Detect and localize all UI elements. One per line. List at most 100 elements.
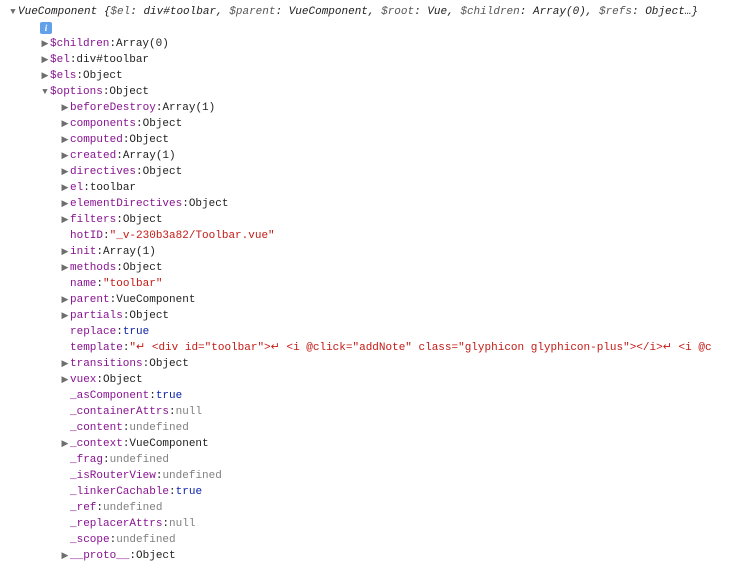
property-key: elementDirectives [70,196,182,212]
property-value: Object [123,260,163,276]
summary-key: $el [110,6,130,18]
property-row[interactable]: ▶vuex: Object [8,372,736,388]
expand-arrow-icon[interactable]: ▶ [60,132,70,148]
expand-arrow-icon[interactable]: ▶ [60,372,70,388]
property-value: null [176,404,202,420]
property-value: Object [136,548,176,564]
property-row[interactable]: _frag: undefined [8,452,736,468]
property-key: created [70,148,116,164]
expand-arrow-icon[interactable]: ▶ [60,292,70,308]
expand-arrow-icon[interactable]: ▶ [60,356,70,372]
property-value: "_v-230b3a82/Toolbar.vue" [110,228,275,244]
property-row[interactable]: ▶$els: Object [8,68,736,84]
property-key: _scope [70,532,110,548]
property-row[interactable]: _containerAttrs: null [8,404,736,420]
property-row[interactable]: _replacerAttrs: null [8,516,736,532]
property-key: _isRouterView [70,468,156,484]
property-row[interactable]: _asComponent: true [8,388,736,404]
expand-arrow-icon[interactable]: ▶ [60,548,70,564]
property-key: computed [70,132,123,148]
property-value: VueComponent [116,292,195,308]
property-row[interactable]: ▶components: Object [8,116,736,132]
property-row[interactable]: ▶methods: Object [8,260,736,276]
expand-arrow-icon[interactable]: ▶ [40,36,50,52]
property-row[interactable]: ▶filters: Object [8,212,736,228]
property-key: _content [70,420,123,436]
expand-arrow-icon[interactable]: ▶ [40,68,50,84]
property-row[interactable]: template: "↵ <div id="toolbar">↵ <i @cli… [8,340,736,356]
info-icon[interactable]: i [40,22,52,34]
property-row[interactable]: ▶transitions: Object [8,356,736,372]
property-row[interactable]: ▶beforeDestroy: Array(1) [8,100,736,116]
expand-arrow-icon[interactable]: ▶ [60,180,70,196]
property-row[interactable]: ▶computed: Object [8,132,736,148]
property-key: template [70,340,123,356]
expand-arrow-icon[interactable]: ▶ [60,116,70,132]
property-value: undefined [129,420,188,436]
expand-arrow-icon[interactable]: ▶ [60,244,70,260]
property-key: filters [70,212,116,228]
property-row[interactable]: ▶el: toolbar [8,180,736,196]
property-key: name [70,276,96,292]
property-row[interactable]: ▶init: Array(1) [8,244,736,260]
property-row[interactable]: ▶__proto__: Object [8,548,736,564]
property-value: undefined [116,532,175,548]
property-key: $options [50,84,103,100]
property-row[interactable]: _linkerCachable: true [8,484,736,500]
property-row[interactable]: ▶directives: Object [8,164,736,180]
expand-arrow-icon[interactable]: ▶ [60,100,70,116]
property-row[interactable]: ▶elementDirectives: Object [8,196,736,212]
property-value: Object [83,68,123,84]
property-value: undefined [162,468,221,484]
property-row[interactable]: name: "toolbar" [8,276,736,292]
property-row[interactable]: ▼$options: Object [8,84,736,100]
property-row[interactable]: ▶_context: VueComponent [8,436,736,452]
property-value: Object [143,164,183,180]
object-type-label: VueComponent [18,4,97,20]
property-key: replace [70,324,116,340]
expand-arrow-icon[interactable]: ▶ [60,212,70,228]
property-row[interactable]: _ref: undefined [8,500,736,516]
expand-arrow-icon[interactable]: ▶ [60,260,70,276]
property-row[interactable]: _isRouterView: undefined [8,468,736,484]
property-row[interactable]: _scope: undefined [8,532,736,548]
object-summary-props: $el: div#toolbar, $parent: VueComponent,… [110,4,691,20]
property-row[interactable]: replace: true [8,324,736,340]
property-value: true [176,484,202,500]
collapse-arrow-icon[interactable]: ▼ [40,84,50,100]
summary-value: VueComponent [289,6,368,18]
property-row[interactable]: _content: undefined [8,420,736,436]
property-key: components [70,116,136,132]
property-value: Array(1) [162,100,215,116]
property-value: Object [129,308,169,324]
object-summary-row[interactable]: ▼ VueComponent { $el: div#toolbar, $pare… [8,4,736,20]
expand-arrow-icon[interactable]: ▶ [60,148,70,164]
property-value: Object [123,212,163,228]
expand-arrow-icon[interactable]: ▼ [8,4,18,20]
property-key: vuex [70,372,96,388]
expand-arrow-icon[interactable]: ▶ [60,436,70,452]
info-row[interactable]: i [8,20,736,36]
property-value: "toolbar" [103,276,162,292]
property-row[interactable]: ▶partials: Object [8,308,736,324]
property-key: _asComponent [70,388,149,404]
property-key: beforeDestroy [70,100,156,116]
property-row[interactable]: ▶parent: VueComponent [8,292,736,308]
property-key: _frag [70,452,103,468]
property-value: Object [109,84,149,100]
summary-key: $children [460,6,519,18]
property-value: "↵ <div id="toolbar">↵ <i @click="addNot… [129,340,711,356]
expand-arrow-icon[interactable]: ▶ [60,196,70,212]
property-value: true [156,388,182,404]
property-row[interactable]: ▶created: Array(1) [8,148,736,164]
property-row[interactable]: ▶$children: Array(0) [8,36,736,52]
property-value: Object [103,372,143,388]
expand-arrow-icon[interactable]: ▶ [60,308,70,324]
property-row[interactable]: ▶$el: div#toolbar [8,52,736,68]
expand-arrow-icon[interactable]: ▶ [40,52,50,68]
property-row[interactable]: hotID: "_v-230b3a82/Toolbar.vue" [8,228,736,244]
summary-value: div#toolbar [143,6,216,18]
property-value: toolbar [90,180,136,196]
expand-arrow-icon[interactable]: ▶ [60,164,70,180]
property-value: Array(0) [116,36,169,52]
